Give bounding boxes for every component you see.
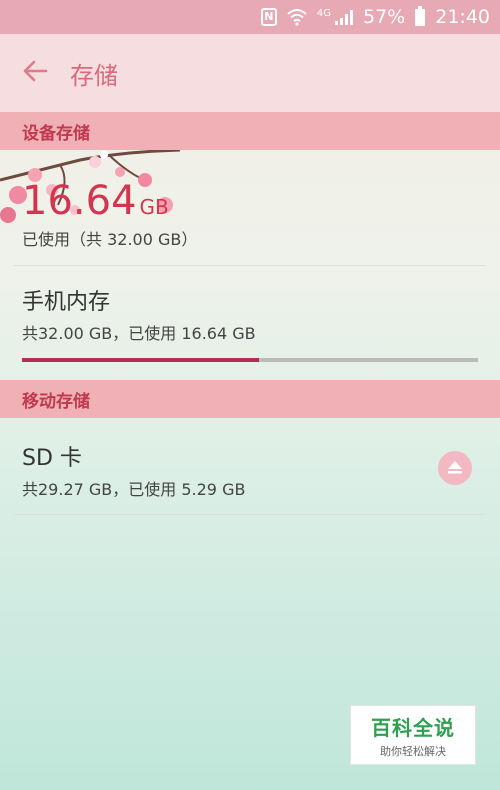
eject-icon — [447, 459, 463, 478]
watermark-sub: 助你轻松解决 — [380, 745, 446, 758]
used-amount: 16.64 — [22, 178, 137, 224]
divider — [14, 514, 486, 515]
page-title: 存储 — [70, 61, 118, 90]
network-type-label: 4G — [316, 8, 331, 19]
section-header-device-storage: 设备存储 — [0, 112, 500, 150]
battery-icon — [415, 5, 426, 26]
internal-storage-progress-fill — [22, 358, 260, 362]
internal-storage-progress-bar — [22, 358, 478, 362]
list-item-internal-storage[interactable]: 手机内存 共32.00 GB，已使用 16.64 GB — [0, 266, 500, 380]
watermark-main: 百科全说 — [371, 716, 455, 740]
signal-icon — [335, 9, 353, 25]
watermark-logo: 百科全说 助你轻松解决 — [350, 705, 476, 765]
wifi-icon — [287, 8, 307, 26]
clock: 21:40 — [435, 6, 490, 28]
nfc-icon: N — [260, 8, 277, 26]
arrow-left-icon — [22, 60, 48, 86]
list-item-sd-card[interactable]: SD 卡 共29.27 GB，已使用 5.29 GB — [0, 418, 500, 514]
used-unit: GB — [139, 195, 169, 219]
eject-button[interactable] — [438, 451, 472, 485]
app-bar: 存储 — [0, 34, 500, 112]
internal-storage-title: 手机内存 — [22, 290, 111, 315]
sd-card-subtitle: 共29.27 GB，已使用 5.29 GB — [22, 480, 246, 499]
sd-card-title: SD 卡 — [22, 446, 82, 471]
used-caption: 已使用（共 32.00 GB） — [22, 230, 198, 249]
storage-summary: 16.64 GB — [22, 178, 169, 224]
section-header-portable-storage: 移动存储 — [0, 380, 500, 418]
status-bar: N 4G 57% 21:40 — [0, 0, 500, 34]
battery-percent: 57% — [363, 6, 406, 28]
back-button[interactable] — [0, 34, 70, 112]
internal-storage-subtitle: 共32.00 GB，已使用 16.64 GB — [22, 324, 256, 343]
